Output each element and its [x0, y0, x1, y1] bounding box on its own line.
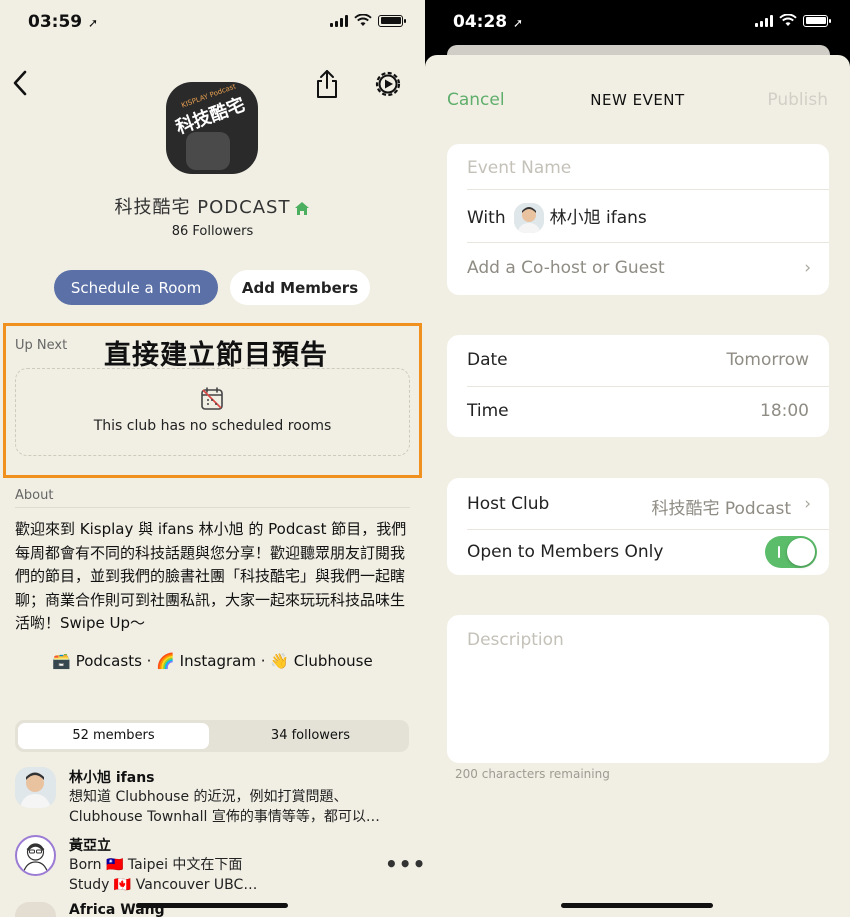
annotation-overlay-text: 直接建立節目預告 [104, 340, 328, 371]
bio-line: 想知道 Clubhouse 的近況，例如打賞問題、 [69, 789, 348, 805]
share-icon[interactable] [312, 68, 342, 100]
about-text: 歡迎來到 Kisplay 與 ifans 林小旭 的 Podcast 節目，我們… [15, 520, 407, 632]
host-club-row[interactable]: Host Club 科技酷宅 Podcast › [467, 494, 829, 519]
status-bar: 04:28 ➚ [425, 0, 850, 44]
divider [467, 189, 829, 190]
club-settings-card: Host Club 科技酷宅 Podcast › Open to Members O… [447, 478, 829, 575]
podcasts-link[interactable]: 🗃️ Podcasts [52, 652, 142, 670]
date-row[interactable]: Date Tomorrow [467, 350, 829, 370]
host-club-label: Host Club [467, 494, 550, 514]
status-icons [330, 14, 406, 27]
instagram-link[interactable]: 🌈 Instagram [156, 652, 256, 670]
back-chevron-icon[interactable] [8, 66, 34, 100]
description-placeholder: Description [467, 630, 564, 650]
link-separator: · [146, 652, 152, 670]
schedule-room-button[interactable]: Schedule a Room [54, 270, 218, 305]
home-indicator [561, 903, 713, 908]
signal-icon [330, 14, 348, 27]
avatar [513, 203, 544, 233]
avatar [15, 767, 56, 808]
clubhouse-link[interactable]: 👋 Clubhouse [270, 652, 372, 670]
event-details-card: Event Name With 林小旭 ifans Add a Co-host o… [447, 144, 829, 295]
host-club-value: 科技酷宅 Podcast [651, 499, 791, 519]
up-next-label: Up Next [15, 338, 68, 353]
avatar [15, 835, 56, 876]
more-options-icon[interactable]: ••• [385, 852, 425, 876]
divider [15, 507, 410, 508]
chevron-right-icon: › [804, 258, 811, 278]
date-value: Tomorrow [726, 350, 809, 370]
member-row[interactable]: 黃亞立 Born 🇹🇼 Taipei 中文在下面 Study 🇨🇦 Vancouv… [15, 835, 415, 893]
with-name: 林小旭 ifans [549, 208, 647, 228]
divider [467, 386, 829, 387]
member-name: 林小旭 ifans [69, 770, 155, 786]
characters-remaining: 200 characters remaining [455, 767, 610, 781]
battery-icon [378, 14, 406, 27]
members-followers-tabs: 52 members 34 followers [15, 720, 409, 752]
avatar [15, 902, 56, 917]
gear-icon[interactable] [372, 68, 404, 100]
divider [467, 529, 829, 530]
location-arrow-icon: ➚ [513, 16, 524, 30]
status-time: 04:28 ➚ [453, 12, 523, 32]
about-label: About [15, 488, 54, 503]
signal-icon [755, 14, 773, 27]
location-arrow-icon: ➚ [88, 16, 99, 30]
calendar-off-icon [201, 387, 223, 410]
wifi-icon [779, 14, 797, 26]
member-name: 黃亞立 [69, 838, 111, 854]
publish-button[interactable]: Publish [767, 90, 828, 110]
add-cohost-row[interactable]: Add a Co-host or Guest › [467, 258, 829, 278]
divider [467, 242, 829, 243]
status-time-text: 04:28 [453, 12, 508, 32]
member-bio: 想知道 Clubhouse 的近況，例如打賞問題、 Clubhouse Townh… [69, 787, 380, 827]
chevron-right-icon: › [804, 494, 811, 514]
microphone-icon [186, 132, 230, 170]
club-name: 科技酷宅 PODCAST [0, 193, 425, 219]
member-bio: Born 🇹🇼 Taipei 中文在下面 Study 🇨🇦 Vancouver U… [69, 855, 257, 895]
date-label: Date [467, 350, 508, 370]
wifi-icon [354, 14, 372, 26]
time-value: 18:00 [760, 401, 809, 421]
add-cohost-label: Add a Co-host or Guest [467, 258, 665, 278]
club-screen: 03:59 ➚ KISPLAY Podcast 科技酷宅 科技酷宅 PODCAS… [0, 0, 425, 917]
home-indicator [136, 903, 288, 908]
with-label: With [467, 208, 506, 228]
empty-schedule-box [15, 368, 410, 456]
time-label: Time [467, 401, 509, 421]
time-row[interactable]: Time 18:00 [467, 401, 829, 421]
status-bar: 03:59 ➚ [0, 0, 425, 44]
status-icons [755, 14, 831, 27]
tab-followers[interactable]: 34 followers [215, 723, 406, 749]
members-only-label: Open to Members Only [467, 542, 664, 562]
event-name-input[interactable]: Event Name [467, 158, 829, 178]
tab-members[interactable]: 52 members [18, 723, 209, 749]
bio-line: Study 🇨🇦 Vancouver UBC… [69, 877, 258, 893]
member-row[interactable]: 林小旭 ifans 想知道 Clubhouse 的近況，例如打賞問題、 Clubh… [15, 767, 415, 825]
club-name-text: 科技酷宅 PODCAST [114, 197, 291, 218]
club-avatar[interactable]: KISPLAY Podcast 科技酷宅 [166, 82, 258, 174]
battery-icon [803, 14, 831, 27]
add-members-button[interactable]: Add Members [230, 270, 370, 305]
house-icon [295, 201, 310, 215]
new-event-screen: 04:28 ➚ Cancel NEW EVENT Publish Event N… [425, 0, 850, 917]
with-row: With 林小旭 ifans [467, 203, 829, 233]
status-time-text: 03:59 [28, 12, 83, 32]
date-time-card: Date Tomorrow Time 18:00 [447, 335, 829, 437]
no-scheduled-rooms-text: This club has no scheduled rooms [93, 418, 332, 434]
members-only-toggle[interactable] [765, 536, 817, 568]
social-links: 🗃️ Podcasts · 🌈 Instagram · 👋 Clubhouse [0, 652, 425, 670]
status-time: 03:59 ➚ [28, 12, 98, 32]
description-input[interactable]: Description [447, 615, 829, 763]
bio-line: Clubhouse Townhall 宣佈的事情等等，都可以… [69, 809, 380, 825]
bio-line: Born 🇹🇼 Taipei 中文在下面 [69, 857, 243, 873]
followers-count[interactable]: 86 Followers [0, 224, 425, 239]
link-separator: · [260, 652, 266, 670]
